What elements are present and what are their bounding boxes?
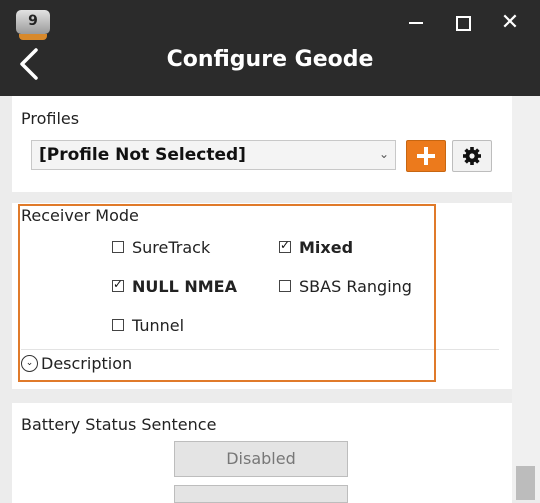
battery-label: Battery Status Sentence — [21, 415, 217, 434]
receiver-mode-label: Receiver Mode — [21, 206, 139, 225]
profile-settings-button[interactable] — [452, 140, 492, 172]
gear-icon — [463, 147, 481, 165]
option-tunnel[interactable]: Tunnel — [112, 316, 184, 335]
option-suretrack[interactable]: SureTrack — [112, 238, 210, 257]
app-icon: 9 — [16, 10, 50, 40]
minimize-icon — [409, 22, 423, 24]
option-mixed[interactable]: Mixed — [279, 238, 353, 257]
description-toggle[interactable]: ⌄ Description — [21, 354, 132, 373]
profile-select[interactable]: [Profile Not Selected] ⌄ — [31, 140, 396, 170]
plus-icon — [417, 147, 435, 165]
scrollbar-thumb[interactable] — [516, 466, 535, 500]
checkbox-checked-icon — [279, 238, 291, 253]
add-profile-button[interactable] — [406, 140, 446, 172]
chevron-down-icon: ⌄ — [378, 147, 389, 161]
checkbox-icon — [112, 240, 124, 253]
battery-disabled-button[interactable]: Disabled — [174, 441, 348, 477]
option-sbas-ranging[interactable]: SBAS Ranging — [279, 277, 412, 296]
profile-select-value: [Profile Not Selected] — [39, 145, 246, 165]
checkbox-checked-icon — [112, 277, 124, 292]
receiver-mode-card: Receiver Mode SureTrack Mixed NULL NMEA … — [12, 203, 512, 389]
maximize-icon — [455, 15, 471, 31]
divider — [21, 349, 499, 350]
profiles-label: Profiles — [21, 109, 80, 128]
title-bar: 9 ✕ Configure Geode — [0, 0, 540, 96]
close-icon: ✕ — [500, 10, 520, 35]
checkbox-icon — [112, 318, 124, 331]
minimize-button[interactable] — [396, 6, 436, 40]
battery-card: Battery Status Sentence Disabled — [12, 403, 512, 503]
maximize-button[interactable] — [443, 6, 483, 40]
battery-option-button[interactable] — [174, 485, 348, 503]
profiles-card: Profiles [Profile Not Selected] ⌄ — [12, 96, 512, 192]
checkbox-icon — [279, 279, 291, 292]
chevron-down-circle-icon: ⌄ — [21, 355, 38, 372]
page-title: Configure Geode — [166, 47, 374, 72]
option-null-nmea[interactable]: NULL NMEA — [112, 277, 237, 296]
close-button[interactable]: ✕ — [490, 6, 530, 40]
scrollbar-track[interactable] — [512, 96, 540, 500]
